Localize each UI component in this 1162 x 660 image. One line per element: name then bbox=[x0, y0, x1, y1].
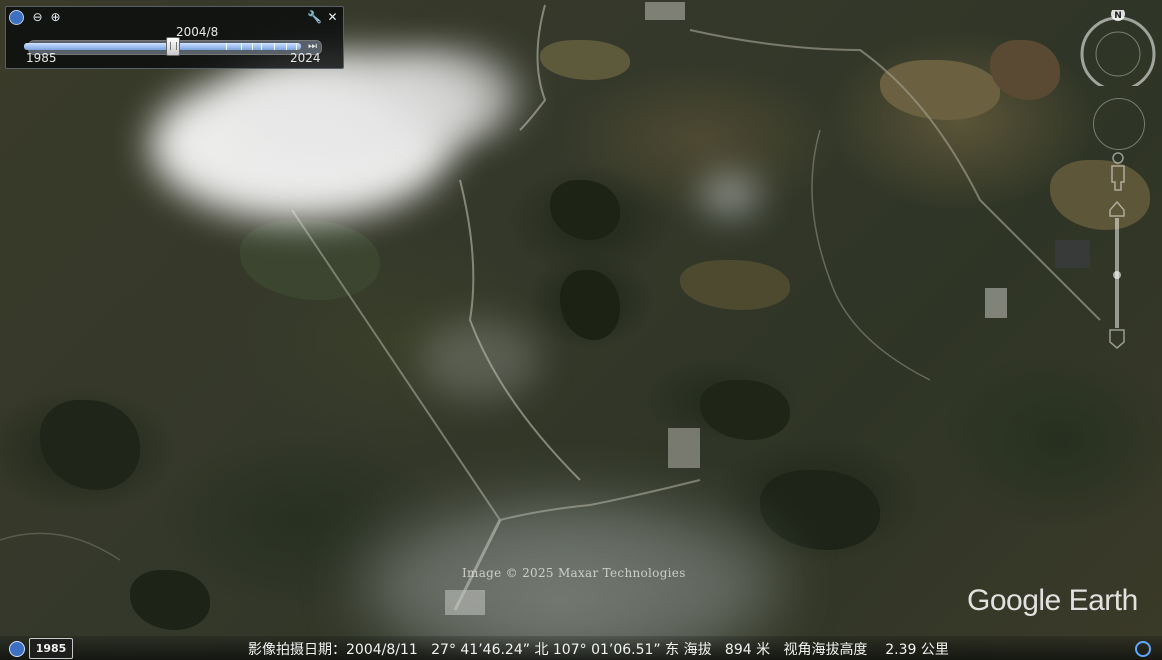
compass-icon[interactable]: N bbox=[1080, 10, 1156, 86]
cloud bbox=[700, 175, 760, 215]
time-slider-thumb[interactable] bbox=[166, 37, 181, 56]
close-icon[interactable]: ✕ bbox=[325, 10, 340, 25]
road bbox=[689, 29, 1101, 321]
start-year-label: 1985 bbox=[26, 51, 57, 65]
slider-tick bbox=[286, 43, 287, 50]
zoom-in-icon[interactable]: ⊕ bbox=[48, 10, 63, 25]
google-earth-logo: Google Earth bbox=[967, 584, 1138, 617]
historical-imagery-icon[interactable] bbox=[9, 641, 25, 657]
slider-tick bbox=[261, 43, 262, 50]
cloud bbox=[380, 50, 520, 140]
road bbox=[0, 532, 121, 561]
building bbox=[668, 428, 700, 468]
slider-tick bbox=[274, 43, 275, 50]
clock-icon[interactable] bbox=[9, 10, 24, 25]
slider-tick bbox=[296, 43, 297, 50]
current-date-label: 2004/8 bbox=[176, 25, 219, 39]
building bbox=[645, 2, 685, 20]
imagery-copyright: Image © 2025 Maxar Technologies bbox=[462, 566, 686, 580]
slider-tick bbox=[241, 43, 242, 50]
historical-imagery-panel: ⊖ ⊕ 🔧 ✕ 2004/8 ⏮ ⏭ 1985 2024 bbox=[5, 6, 344, 69]
slider-tick bbox=[252, 43, 253, 50]
haze bbox=[420, 320, 540, 400]
slider-tick bbox=[226, 43, 227, 50]
road bbox=[519, 4, 547, 131]
building bbox=[1055, 240, 1090, 268]
satellite-imagery[interactable] bbox=[0, 0, 1162, 660]
wrench-icon[interactable]: 🔧 bbox=[307, 10, 322, 25]
zoom-slider-icon[interactable] bbox=[1104, 200, 1130, 350]
north-label: N bbox=[1114, 11, 1122, 21]
streaming-status-icon bbox=[1135, 641, 1151, 657]
look-around-icon[interactable] bbox=[1093, 98, 1145, 150]
status-info-text: 影像拍摄日期：2004/8/11 27° 41’46.24” 北 107° 01… bbox=[248, 642, 949, 658]
end-year-label: 2024 bbox=[290, 51, 321, 65]
pegman-icon[interactable] bbox=[1108, 152, 1128, 192]
building bbox=[985, 288, 1007, 318]
historical-imagery-year-button[interactable]: 1985 bbox=[29, 638, 73, 659]
zoom-out-icon[interactable]: ⊖ bbox=[30, 10, 45, 25]
time-slider-fill bbox=[24, 43, 301, 50]
road bbox=[811, 129, 931, 381]
